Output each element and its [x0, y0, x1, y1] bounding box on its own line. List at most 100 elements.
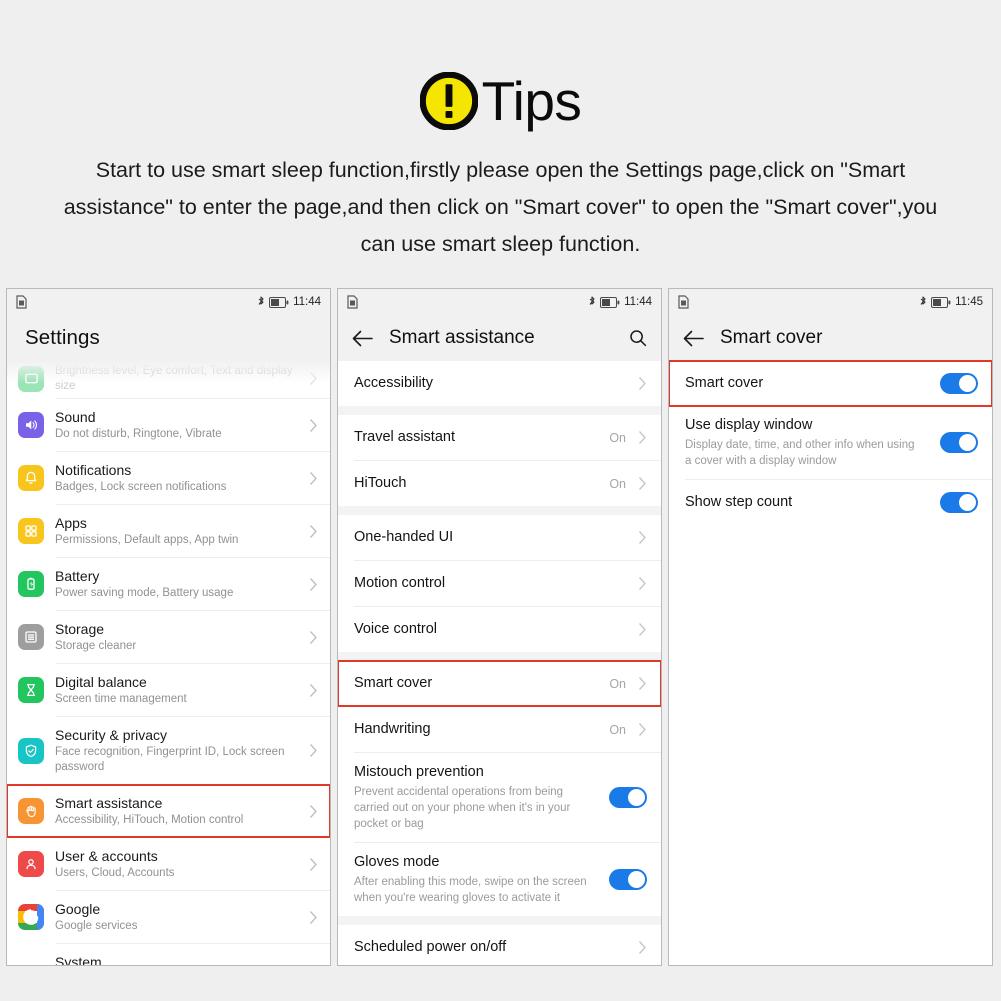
battery-icon: [18, 571, 44, 597]
list-item-subtitle: Do not disturb, Ringtone, Vibrate: [55, 428, 222, 440]
tips-description: Start to use smart sleep function,firstl…: [63, 158, 938, 256]
list-item-use-display-window[interactable]: Use display window Display date, time, a…: [669, 406, 992, 479]
toggle-knob: [628, 789, 645, 806]
list-item-google[interactable]: Google Google services: [7, 891, 330, 943]
list-item-show-step-count[interactable]: Show step count: [669, 480, 992, 525]
list-item-subtitle: Prevent accidental operations from being…: [354, 786, 571, 830]
list-item-title: Voice control: [354, 621, 438, 637]
list-item-title: Use display window: [685, 417, 813, 433]
list-item-voice-control[interactable]: Voice control: [338, 607, 661, 652]
smart-assistance-panel: 11:44 Smart assistance Accessibility Tra…: [337, 288, 662, 966]
list-item-title: Smart cover: [354, 675, 433, 691]
app-bar-title: Smart cover: [720, 327, 823, 348]
app-bar-title: Smart assistance: [389, 327, 535, 348]
bluetooth-icon: [919, 296, 927, 308]
list-item-digital-balance[interactable]: Digital balance Screen time management: [7, 664, 330, 716]
back-arrow-icon[interactable]: [683, 330, 704, 347]
battery-icon: [931, 296, 951, 308]
sim-card-icon: [16, 295, 27, 309]
list-item-hitouch[interactable]: HiTouch On: [338, 461, 661, 506]
list-item-storage[interactable]: Storage Storage cleaner: [7, 611, 330, 663]
list-item-title: Show step count: [685, 494, 793, 510]
settings-panel: 11:44 Settings Brightness level, Eye com…: [6, 288, 331, 966]
list-item-title: Gloves mode: [354, 854, 440, 870]
list-item-value: On: [609, 476, 626, 491]
list-item-title: Storage: [55, 621, 105, 637]
list-item-subtitle: Users, Cloud, Accounts: [55, 867, 175, 879]
system-phone-icon: [18, 964, 44, 965]
list-item-subtitle: Face recognition, Fingerprint ID, Lock s…: [55, 746, 285, 773]
list-item-subtitle: Display date, time, and other info when …: [685, 439, 915, 467]
list-item-value: On: [609, 430, 626, 445]
list-item-subtitle: Power saving mode, Battery usage: [55, 587, 234, 599]
list-item-battery[interactable]: Battery Power saving mode, Battery usage: [7, 558, 330, 610]
list-item-title: Battery: [55, 568, 100, 584]
list-item-user-accounts[interactable]: User & accounts Users, Cloud, Accounts: [7, 838, 330, 890]
search-icon[interactable]: [629, 329, 647, 347]
list-item-subtitle: Accessibility, HiTouch, Motion control: [55, 814, 244, 826]
list-item-title: Travel assistant: [354, 429, 455, 445]
status-bar: 11:45: [669, 289, 992, 315]
list-item-handwriting[interactable]: Handwriting On: [338, 707, 661, 752]
smart-cover-toggle[interactable]: [940, 373, 978, 394]
chevron-right-icon: [638, 622, 647, 637]
use-display-window-toggle[interactable]: [940, 432, 978, 453]
list-item-scheduled-power[interactable]: Scheduled power on/off: [338, 925, 661, 965]
storage-icon: [18, 624, 44, 650]
mistouch-prevention-toggle[interactable]: [609, 787, 647, 808]
list-item-title: User & accounts: [55, 848, 158, 864]
bluetooth-icon: [588, 296, 596, 308]
list-item-smart-assistance[interactable]: Smart assistance Accessibility, HiTouch,…: [7, 784, 330, 838]
list-item-title: Notifications: [55, 462, 132, 478]
list-item-security-privacy[interactable]: Security & privacy Face recognition, Fin…: [7, 717, 330, 784]
list-item-one-handed-ui[interactable]: One-handed UI: [338, 515, 661, 560]
chevron-right-icon: [309, 524, 318, 539]
status-bar: 11:44: [7, 289, 330, 315]
list-item-sound[interactable]: Sound Do not disturb, Ringtone, Vibrate: [7, 399, 330, 451]
list-item-motion-control[interactable]: Motion control: [338, 561, 661, 606]
page-title: Tips: [481, 69, 582, 132]
status-time: 11:45: [955, 296, 983, 308]
list-item-mistouch-prevention[interactable]: Mistouch prevention Prevent accidental o…: [338, 753, 661, 842]
chevron-right-icon: [638, 940, 647, 955]
smart-cover-list[interactable]: Smart cover Use display window Display d…: [669, 360, 992, 525]
sim-card-icon: [678, 295, 689, 309]
list-item-travel-assistant[interactable]: Travel assistant On: [338, 415, 661, 460]
sim-card-icon: [347, 295, 358, 309]
show-step-count-toggle[interactable]: [940, 492, 978, 513]
apps-grid-icon: [18, 518, 44, 544]
list-item-title: Apps: [55, 515, 87, 531]
list-item-subtitle: Permissions, Default apps, App twin: [55, 534, 239, 546]
list-item-title: Motion control: [354, 575, 446, 591]
app-bar: Settings: [7, 315, 330, 361]
list-item-smart-cover[interactable]: Smart cover: [669, 360, 992, 407]
list-item-apps[interactable]: Apps Permissions, Default apps, App twin: [7, 505, 330, 557]
list-item-title: Handwriting: [354, 721, 431, 737]
user-icon: [18, 851, 44, 877]
list-item-title: System: [55, 954, 102, 966]
settings-list[interactable]: Brightness level, Eye comfort, Text and …: [7, 361, 330, 966]
status-time: 11:44: [293, 296, 321, 308]
smart-assistance-list[interactable]: Accessibility Travel assistant On HiTouc…: [338, 361, 661, 965]
list-item-system[interactable]: System System navigation, Software updat…: [7, 944, 330, 966]
list-item-title: Mistouch prevention: [354, 764, 484, 780]
status-time: 11:44: [624, 296, 652, 308]
gloves-mode-toggle[interactable]: [609, 869, 647, 890]
tips-page: Tips Start to use smart sleep function,f…: [0, 0, 1001, 1001]
list-item-title: Accessibility: [354, 375, 433, 391]
status-bar: 11:44: [338, 289, 661, 315]
back-arrow-icon[interactable]: [352, 330, 373, 347]
list-item-title: One-handed UI: [354, 529, 454, 545]
bluetooth-icon: [257, 296, 265, 308]
list-item-smart-cover[interactable]: Smart cover On: [338, 660, 661, 707]
list-item-accessibility[interactable]: Accessibility: [338, 361, 661, 406]
group-separator: [338, 652, 661, 661]
chevron-right-icon: [309, 577, 318, 592]
list-item-subtitle: After enabling this mode, swipe on the s…: [354, 876, 587, 904]
list-item-display[interactable]: Brightness level, Eye comfort, Text and …: [7, 361, 330, 398]
chevron-right-icon: [309, 804, 318, 819]
list-item-notifications[interactable]: Notifications Badges, Lock screen notifi…: [7, 452, 330, 504]
list-item-gloves-mode[interactable]: Gloves mode After enabling this mode, sw…: [338, 843, 661, 916]
list-item-value: On: [609, 676, 626, 691]
chevron-right-icon: [309, 371, 318, 386]
